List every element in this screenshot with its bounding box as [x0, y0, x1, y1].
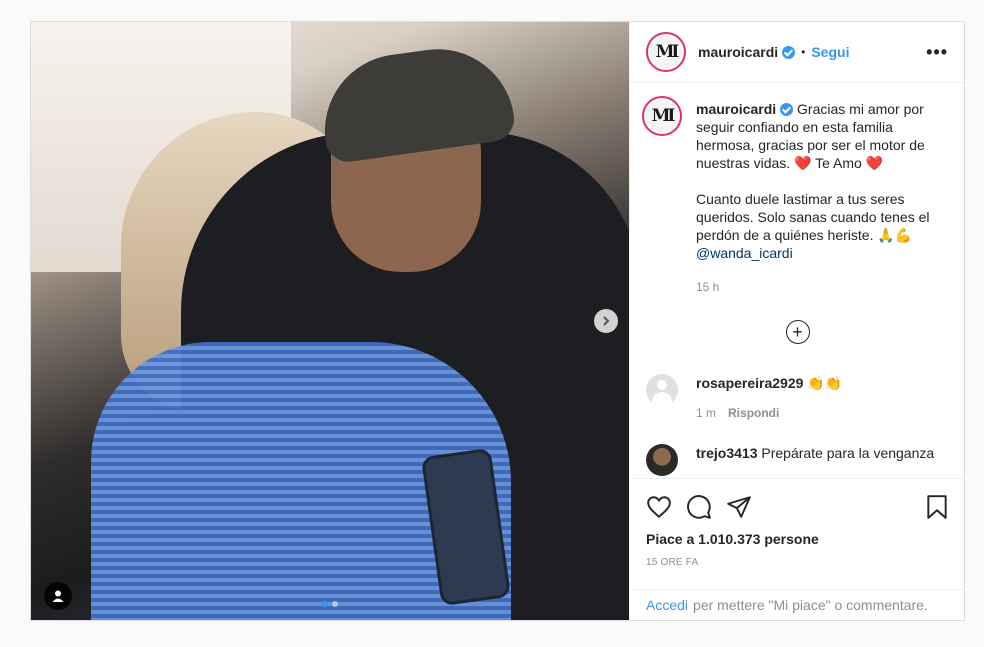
reply-button[interactable]: Rispondi: [728, 406, 779, 420]
comment-username[interactable]: trejo3413: [696, 445, 757, 461]
user-tag-icon: [52, 590, 64, 602]
comment-item: rosapereira2929 👏👏 1 m Rispondi: [646, 374, 949, 422]
caption-avatar[interactable]: MI: [642, 96, 682, 136]
follow-button[interactable]: Segui: [811, 44, 849, 60]
more-icon[interactable]: •••: [926, 42, 948, 63]
caption-body: mauroicardi Gracias mi amor por seguir c…: [696, 100, 944, 296]
next-photo-button[interactable]: [594, 309, 618, 333]
likes-count[interactable]: Piace a 1.010.373 persone: [646, 531, 949, 547]
comment-text: 👏👏: [807, 375, 843, 391]
chevron-right-icon: [603, 316, 610, 326]
comment-time: 1 m: [696, 406, 717, 420]
verified-icon: [780, 103, 794, 116]
load-more-comments[interactable]: +: [646, 320, 949, 344]
caption: MI mauroicardi Gracias mi amor por segui…: [642, 96, 949, 296]
login-link[interactable]: Accedi: [646, 597, 688, 613]
author-avatar[interactable]: MI: [646, 32, 686, 72]
caption-logo: MI: [646, 100, 678, 132]
author-username-text[interactable]: mauroicardi: [698, 44, 778, 60]
caption-text-2: Cuanto duele lastimar a tus seres querid…: [696, 191, 930, 243]
comment-item: trejo3413 Prepárate para la venganza: [646, 444, 949, 476]
comments-list[interactable]: MI mauroicardi Gracias mi amor por segui…: [630, 84, 965, 478]
post-header: MI mauroicardi • Segui •••: [630, 22, 964, 83]
commenter-avatar[interactable]: [646, 374, 678, 406]
caption-time: 15 h: [696, 280, 720, 294]
commenter-avatar[interactable]: [646, 444, 678, 476]
heart-icon[interactable]: [646, 494, 672, 520]
user-tags-button[interactable]: [44, 582, 72, 610]
caption-username[interactable]: mauroicardi: [696, 101, 776, 117]
author-logo: MI: [650, 36, 682, 68]
post-photo[interactable]: [31, 22, 629, 620]
share-icon[interactable]: [726, 494, 752, 520]
mention-link[interactable]: @wanda_icardi: [696, 245, 793, 261]
carousel-indicator: [322, 601, 338, 607]
author-username[interactable]: mauroicardi: [698, 44, 796, 60]
comment-body: rosapereira2929 👏👏 1 m Rispondi: [696, 374, 944, 422]
bookmark-icon[interactable]: [925, 494, 949, 520]
comment-body: trejo3413 Prepárate para la venganza: [696, 444, 944, 476]
post-timestamp: 15 ORE FA: [646, 557, 699, 568]
plus-circle-icon[interactable]: +: [785, 320, 810, 344]
verified-icon: [782, 46, 796, 59]
login-prompt: Accedi per mettere "Mi piace" o commenta…: [630, 589, 965, 620]
comment-meta: 1 m Rispondi: [696, 404, 944, 422]
carousel-dot: [332, 601, 338, 607]
post-sidebar: MI mauroicardi • Segui ••• MI mauroicard…: [629, 22, 965, 620]
comment-icon[interactable]: [686, 494, 712, 520]
separator: •: [801, 45, 806, 59]
action-bar: [646, 479, 949, 535]
carousel-dot-active: [322, 601, 328, 607]
post-card: MI mauroicardi • Segui ••• MI mauroicard…: [30, 21, 965, 621]
post-actions: Piace a 1.010.373 persone 15 ORE FA: [630, 478, 965, 568]
login-text: per mettere "Mi piace" o commentare.: [693, 597, 928, 613]
comment-text: Prepárate para la venganza: [761, 445, 935, 461]
comment-username[interactable]: rosapereira2929: [696, 375, 803, 391]
